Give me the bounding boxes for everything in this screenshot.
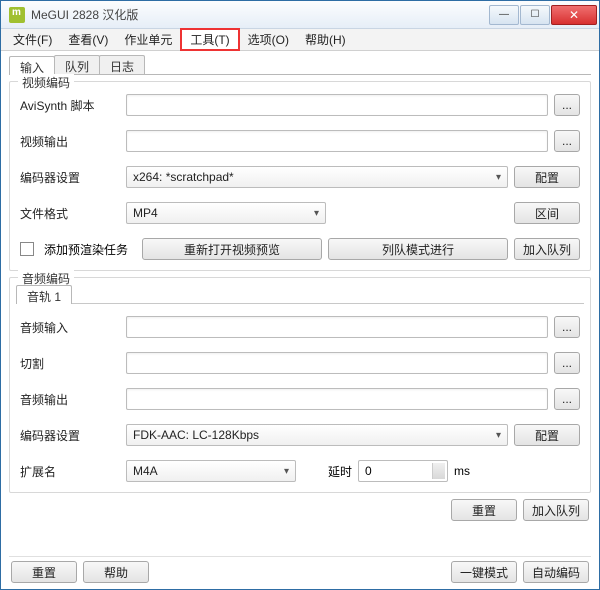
audio-reset-button[interactable]: 重置 — [451, 499, 517, 521]
video-output-browse-button[interactable]: ... — [554, 130, 580, 152]
content-area: 输入 队列 日志 视频编码 AviSynth 脚本 ... 视频输出 ... 编… — [1, 51, 599, 589]
menu-tools[interactable]: 工具(T) — [180, 28, 239, 51]
avisynth-label: AviSynth 脚本 — [20, 97, 120, 114]
main-tabs: 输入 队列 日志 — [9, 55, 591, 75]
menu-workunit[interactable]: 作业单元 — [116, 29, 180, 50]
video-output-label: 视频输出 — [20, 133, 120, 150]
video-enqueue-button[interactable]: 加入队列 — [514, 238, 580, 260]
app-icon — [9, 7, 25, 23]
autoencode-button[interactable]: 自动编码 — [523, 561, 589, 583]
audio-cut-field[interactable] — [126, 352, 548, 374]
reset-button[interactable]: 重置 — [11, 561, 77, 583]
audio-input-browse-button[interactable]: ... — [554, 316, 580, 338]
maximize-button[interactable]: ☐ — [520, 5, 550, 25]
audio-ext-value: M4A — [133, 464, 158, 478]
audio-output-browse-button[interactable]: ... — [554, 388, 580, 410]
video-output-input[interactable] — [126, 130, 548, 152]
audio-group: 音频编码 音轨 1 音频输入 ... 切割 ... 音频输出 ... 编码器设置 — [9, 277, 591, 493]
delay-label: 延时 — [328, 463, 352, 480]
minimize-button[interactable]: — — [489, 5, 519, 25]
avisynth-browse-button[interactable]: ... — [554, 94, 580, 116]
audio-footer: 重置 加入队列 — [9, 499, 591, 521]
audio-enqueue-button[interactable]: 加入队列 — [523, 499, 589, 521]
close-button[interactable]: ✕ — [551, 5, 597, 25]
tab-queue[interactable]: 队列 — [54, 55, 100, 74]
video-encoder-combo[interactable]: x264: *scratchpad* — [126, 166, 508, 188]
oneclick-button[interactable]: 一键模式 — [451, 561, 517, 583]
audio-input-label: 音频输入 — [20, 319, 120, 336]
audio-encoder-value: FDK-AAC: LC-128Kbps — [133, 428, 259, 442]
audio-track-tab-1[interactable]: 音轨 1 — [16, 285, 72, 304]
file-format-combo[interactable]: MP4 — [126, 202, 326, 224]
menu-options[interactable]: 选项(O) — [240, 29, 297, 50]
video-group: 视频编码 AviSynth 脚本 ... 视频输出 ... 编码器设置 x264… — [9, 81, 591, 271]
prerender-checkbox[interactable] — [20, 242, 34, 256]
file-format-label: 文件格式 — [20, 205, 120, 222]
prerender-label: 添加预渲染任务 — [44, 241, 136, 258]
audio-input-field[interactable] — [126, 316, 548, 338]
audio-config-button[interactable]: 配置 — [514, 424, 580, 446]
video-encoder-value: x264: *scratchpad* — [133, 170, 234, 184]
window-title: MeGUI 2828 汉化版 — [31, 6, 489, 23]
menubar: 文件(F) 查看(V) 作业单元 工具(T) 选项(O) 帮助(H) — [1, 29, 599, 51]
app-window: MeGUI 2828 汉化版 — ☐ ✕ 文件(F) 查看(V) 作业单元 工具… — [0, 0, 600, 590]
help-button[interactable]: 帮助 — [83, 561, 149, 583]
menu-file[interactable]: 文件(F) — [5, 29, 60, 50]
audio-encoder-label: 编码器设置 — [20, 427, 120, 444]
audio-track-tabs: 音轨 1 — [16, 284, 584, 304]
tab-log[interactable]: 日志 — [99, 55, 145, 74]
avisynth-input[interactable] — [126, 94, 548, 116]
audio-output-label: 音频输出 — [20, 391, 120, 408]
audio-cut-browse-button[interactable]: ... — [554, 352, 580, 374]
delay-unit: ms — [454, 464, 470, 478]
menu-help[interactable]: 帮助(H) — [297, 29, 354, 50]
tab-input[interactable]: 输入 — [9, 56, 55, 75]
queue-mode-button[interactable]: 列队模式进行 — [328, 238, 508, 260]
bottom-footer: 重置 帮助 一键模式 自动编码 — [9, 556, 591, 583]
titlebar[interactable]: MeGUI 2828 汉化版 — ☐ ✕ — [1, 1, 599, 29]
audio-output-field[interactable] — [126, 388, 548, 410]
video-encoder-label: 编码器设置 — [20, 169, 120, 186]
file-format-value: MP4 — [133, 206, 158, 220]
delay-spinner[interactable]: 0 — [358, 460, 448, 482]
video-config-button[interactable]: 配置 — [514, 166, 580, 188]
range-button[interactable]: 区间 — [514, 202, 580, 224]
reopen-preview-button[interactable]: 重新打开视频预览 — [142, 238, 322, 260]
video-group-title: 视频编码 — [18, 74, 74, 91]
delay-value: 0 — [365, 464, 372, 478]
audio-ext-combo[interactable]: M4A — [126, 460, 296, 482]
menu-view[interactable]: 查看(V) — [60, 29, 116, 50]
audio-ext-label: 扩展名 — [20, 463, 120, 480]
audio-cut-label: 切割 — [20, 355, 120, 372]
audio-encoder-combo[interactable]: FDK-AAC: LC-128Kbps — [126, 424, 508, 446]
